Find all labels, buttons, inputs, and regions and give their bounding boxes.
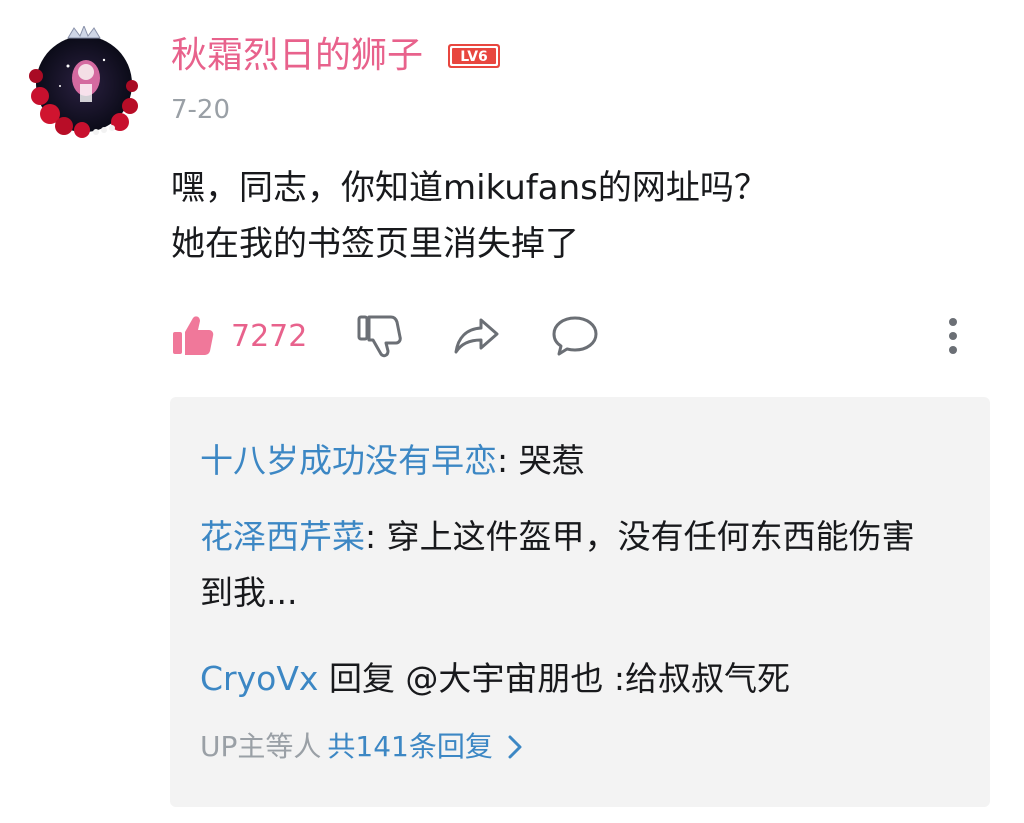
comment-actions: 7272 bbox=[171, 306, 1001, 366]
reply-count[interactable]: 共141条回复 bbox=[327, 725, 492, 769]
chevron-right-icon[interactable] bbox=[507, 734, 523, 760]
reply-item[interactable]: 花泽西芹菜: 穿上这件盔甲，没有任何东西能伤害到我... bbox=[200, 509, 920, 621]
view-all-replies-link[interactable]: UP主等人 共141条回复 bbox=[200, 725, 523, 769]
reply-separator: : bbox=[365, 517, 387, 556]
more-options-button[interactable] bbox=[947, 306, 959, 366]
avatar[interactable] bbox=[24, 26, 144, 138]
reply-item[interactable]: CryoVx 回复 @大宇宙朋也 :给叔叔气死 bbox=[200, 651, 920, 707]
svg-text:LV6: LV6 bbox=[460, 49, 488, 65]
reply-author[interactable]: 十八岁成功没有早恋 bbox=[200, 441, 497, 480]
reply-author[interactable]: CryoVx bbox=[200, 659, 318, 698]
avatar-image bbox=[29, 26, 138, 138]
share-button[interactable] bbox=[453, 306, 501, 366]
reply-separator: : bbox=[497, 441, 519, 480]
comment-bubble-icon bbox=[552, 316, 598, 356]
reply-button[interactable] bbox=[551, 306, 599, 366]
level-badge: LV6 bbox=[448, 44, 500, 68]
reply-text: 哭惹 bbox=[518, 441, 585, 480]
replies-preview[interactable]: 十八岁成功没有早恋: 哭惹 花泽西芹菜: 穿上这件盔甲，没有任何东西能伤害到我.… bbox=[170, 397, 990, 807]
comment-text-line: 嘿，同志，你知道mikufans的网址吗？ bbox=[171, 168, 768, 208]
like-count: 7272 bbox=[231, 318, 308, 354]
dislike-button[interactable] bbox=[357, 306, 403, 366]
thumbs-up-icon bbox=[173, 316, 214, 355]
share-icon bbox=[454, 318, 499, 354]
username[interactable]: 秋霜烈日的狮子 bbox=[171, 34, 423, 78]
reply-author[interactable]: 花泽西芹菜 bbox=[200, 517, 365, 556]
comment-text-line: 她在我的书签页里消失掉了 bbox=[171, 224, 579, 264]
like-button[interactable]: 7272 bbox=[171, 306, 307, 366]
reply-separator bbox=[318, 659, 329, 698]
more-replies-prefix: UP主等人 bbox=[200, 730, 322, 763]
comment-text: 嘿，同志，你知道mikufans的网址吗？ 她在我的书签页里消失掉了 bbox=[171, 160, 931, 272]
reply-text: 回复 @大宇宙朋也 :给叔叔气死 bbox=[328, 659, 791, 698]
thumbs-down-icon bbox=[357, 315, 402, 358]
comment-date: 7-20 bbox=[171, 95, 231, 125]
reply-item[interactable]: 十八岁成功没有早恋: 哭惹 bbox=[200, 433, 920, 489]
more-vertical-icon bbox=[949, 318, 957, 354]
